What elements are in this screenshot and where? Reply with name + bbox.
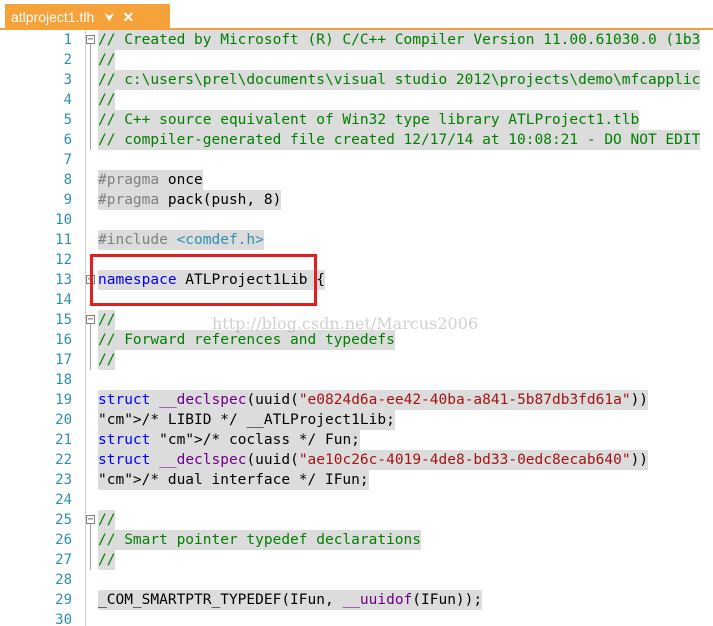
line-number: 6	[63, 132, 72, 148]
code-text: struct "cm">/* coclass */ Fun;	[98, 430, 360, 450]
code-text: //	[98, 550, 116, 570]
code-line[interactable]: 17 //	[0, 350, 713, 370]
pin-icon[interactable]: ⮟	[104, 10, 114, 25]
code-text: //	[98, 50, 116, 70]
line-number: 15	[55, 312, 72, 328]
code-text: //	[98, 510, 116, 530]
code-line[interactable]: 19 struct __declspec(uuid("e0824d6a-ee42-…	[0, 390, 713, 410]
code-text: //	[98, 90, 116, 110]
code-line[interactable]: 8 #pragma once	[0, 170, 713, 190]
code-text: // Smart pointer typedef declarations	[98, 530, 422, 550]
line-number: 13	[55, 272, 72, 288]
line-number: 17	[55, 352, 72, 368]
line-number: 5	[63, 112, 72, 128]
code-editor[interactable]: 1−// Created by Microsoft (R) C/C++ Comp…	[0, 30, 713, 626]
line-number: 4	[63, 92, 72, 108]
code-line[interactable]: 27 //	[0, 550, 713, 570]
code-line[interactable]: 1 −// Created by Microsoft (R) C/C++ Comp…	[0, 30, 713, 50]
line-number: 10	[55, 212, 72, 228]
code-line[interactable]: 3 // c:\users\prel\documents\visual studi…	[0, 70, 713, 90]
line-number: 14	[55, 292, 72, 308]
line-number: 18	[55, 372, 72, 388]
line-number: 27	[55, 552, 72, 568]
close-icon[interactable]: ✕	[122, 9, 134, 26]
code-text: #pragma once	[98, 170, 203, 190]
code-line[interactable]: 20 "cm">/* LIBID */ __ATLProject1Lib;	[0, 410, 713, 430]
code-line[interactable]: 9 #pragma pack(push, 8)	[0, 190, 713, 210]
code-line[interactable]: 30	[0, 610, 713, 626]
code-text: "cm">/* LIBID */ __ATLProject1Lib;	[98, 410, 395, 430]
line-number: 29	[55, 592, 72, 608]
code-line[interactable]: 2 //	[0, 50, 713, 70]
code-line[interactable]: 24	[0, 490, 713, 510]
code-text: // C++ source equivalent of Win32 type l…	[98, 110, 640, 130]
line-number: 8	[63, 172, 72, 188]
namespace-highlight-box	[90, 254, 317, 306]
code-line[interactable]: 5 // C++ source equivalent of Win32 type …	[0, 110, 713, 130]
document-tab-bar: atlproject1.tlh ⮟ ✕	[0, 0, 713, 30]
code-line[interactable]: 26 // Smart pointer typedef declarations	[0, 530, 713, 550]
watermark: http://blog.csdn.net/Marcus2006	[212, 314, 479, 333]
fold-toggle-icon[interactable]: −	[86, 315, 95, 325]
document-tab[interactable]: atlproject1.tlh ⮟ ✕	[5, 4, 170, 30]
code-text: _COM_SMARTPTR_TYPEDEF(IFun, __uuidof(IFu…	[98, 590, 483, 610]
line-number: 11	[55, 232, 72, 248]
code-text: // compiler-generated file created 12/17…	[98, 130, 701, 150]
code-text: // Created by Microsoft (R) C/C++ Compil…	[98, 30, 701, 50]
code-text: #include <comdef.h>	[98, 230, 264, 250]
code-text: "cm">/* dual interface */ IFun;	[98, 470, 369, 490]
line-number: 28	[55, 572, 72, 588]
code-text: //	[98, 310, 116, 330]
code-text: // c:\users\prel\documents\visual studio…	[98, 70, 701, 90]
code-line[interactable]: 29 _COM_SMARTPTR_TYPEDEF(IFun, __uuidof(I…	[0, 590, 713, 610]
line-number: 25	[55, 512, 72, 528]
fold-toggle-icon[interactable]: −	[86, 35, 95, 45]
line-number: 9	[63, 192, 72, 208]
line-number: 3	[63, 72, 72, 88]
line-number: 21	[55, 432, 72, 448]
line-number: 30	[55, 612, 72, 626]
line-number: 24	[55, 492, 72, 508]
code-line[interactable]: 6 // compiler-generated file created 12/1…	[0, 130, 713, 150]
line-number: 20	[55, 412, 72, 428]
code-line[interactable]: 22 struct __declspec(uuid("ae10c26c-4019-…	[0, 450, 713, 470]
code-line[interactable]: 4 //	[0, 90, 713, 110]
code-text: //	[98, 350, 116, 370]
line-number: 23	[55, 472, 72, 488]
code-line[interactable]: 18	[0, 370, 713, 390]
tab-title: atlproject1.tlh	[11, 9, 95, 25]
code-line[interactable]: 16 // Forward references and typedefs	[0, 330, 713, 350]
line-number: 19	[55, 392, 72, 408]
line-number: 1	[63, 32, 72, 48]
line-number: 2	[63, 52, 72, 68]
code-text: struct __declspec(uuid("e0824d6a-ee42-40…	[98, 390, 649, 410]
code-line[interactable]: 21 struct "cm">/* coclass */ Fun;	[0, 430, 713, 450]
code-line[interactable]: 28	[0, 570, 713, 590]
line-number: 12	[55, 252, 72, 268]
line-number: 26	[55, 532, 72, 548]
code-text: // Forward references and typedefs	[98, 330, 395, 350]
line-number: 22	[55, 452, 72, 468]
fold-toggle-icon[interactable]: −	[86, 515, 95, 525]
code-text: struct __declspec(uuid("ae10c26c-4019-4d…	[98, 450, 649, 470]
line-number: 7	[63, 152, 72, 168]
code-line[interactable]: 23 "cm">/* dual interface */ IFun;	[0, 470, 713, 490]
code-line[interactable]: 10	[0, 210, 713, 230]
line-number: 16	[55, 332, 72, 348]
code-line[interactable]: 7	[0, 150, 713, 170]
code-line[interactable]: 25 −//	[0, 510, 713, 530]
code-text: #pragma pack(push, 8)	[98, 190, 282, 210]
code-line[interactable]: 11 #include <comdef.h>	[0, 230, 713, 250]
